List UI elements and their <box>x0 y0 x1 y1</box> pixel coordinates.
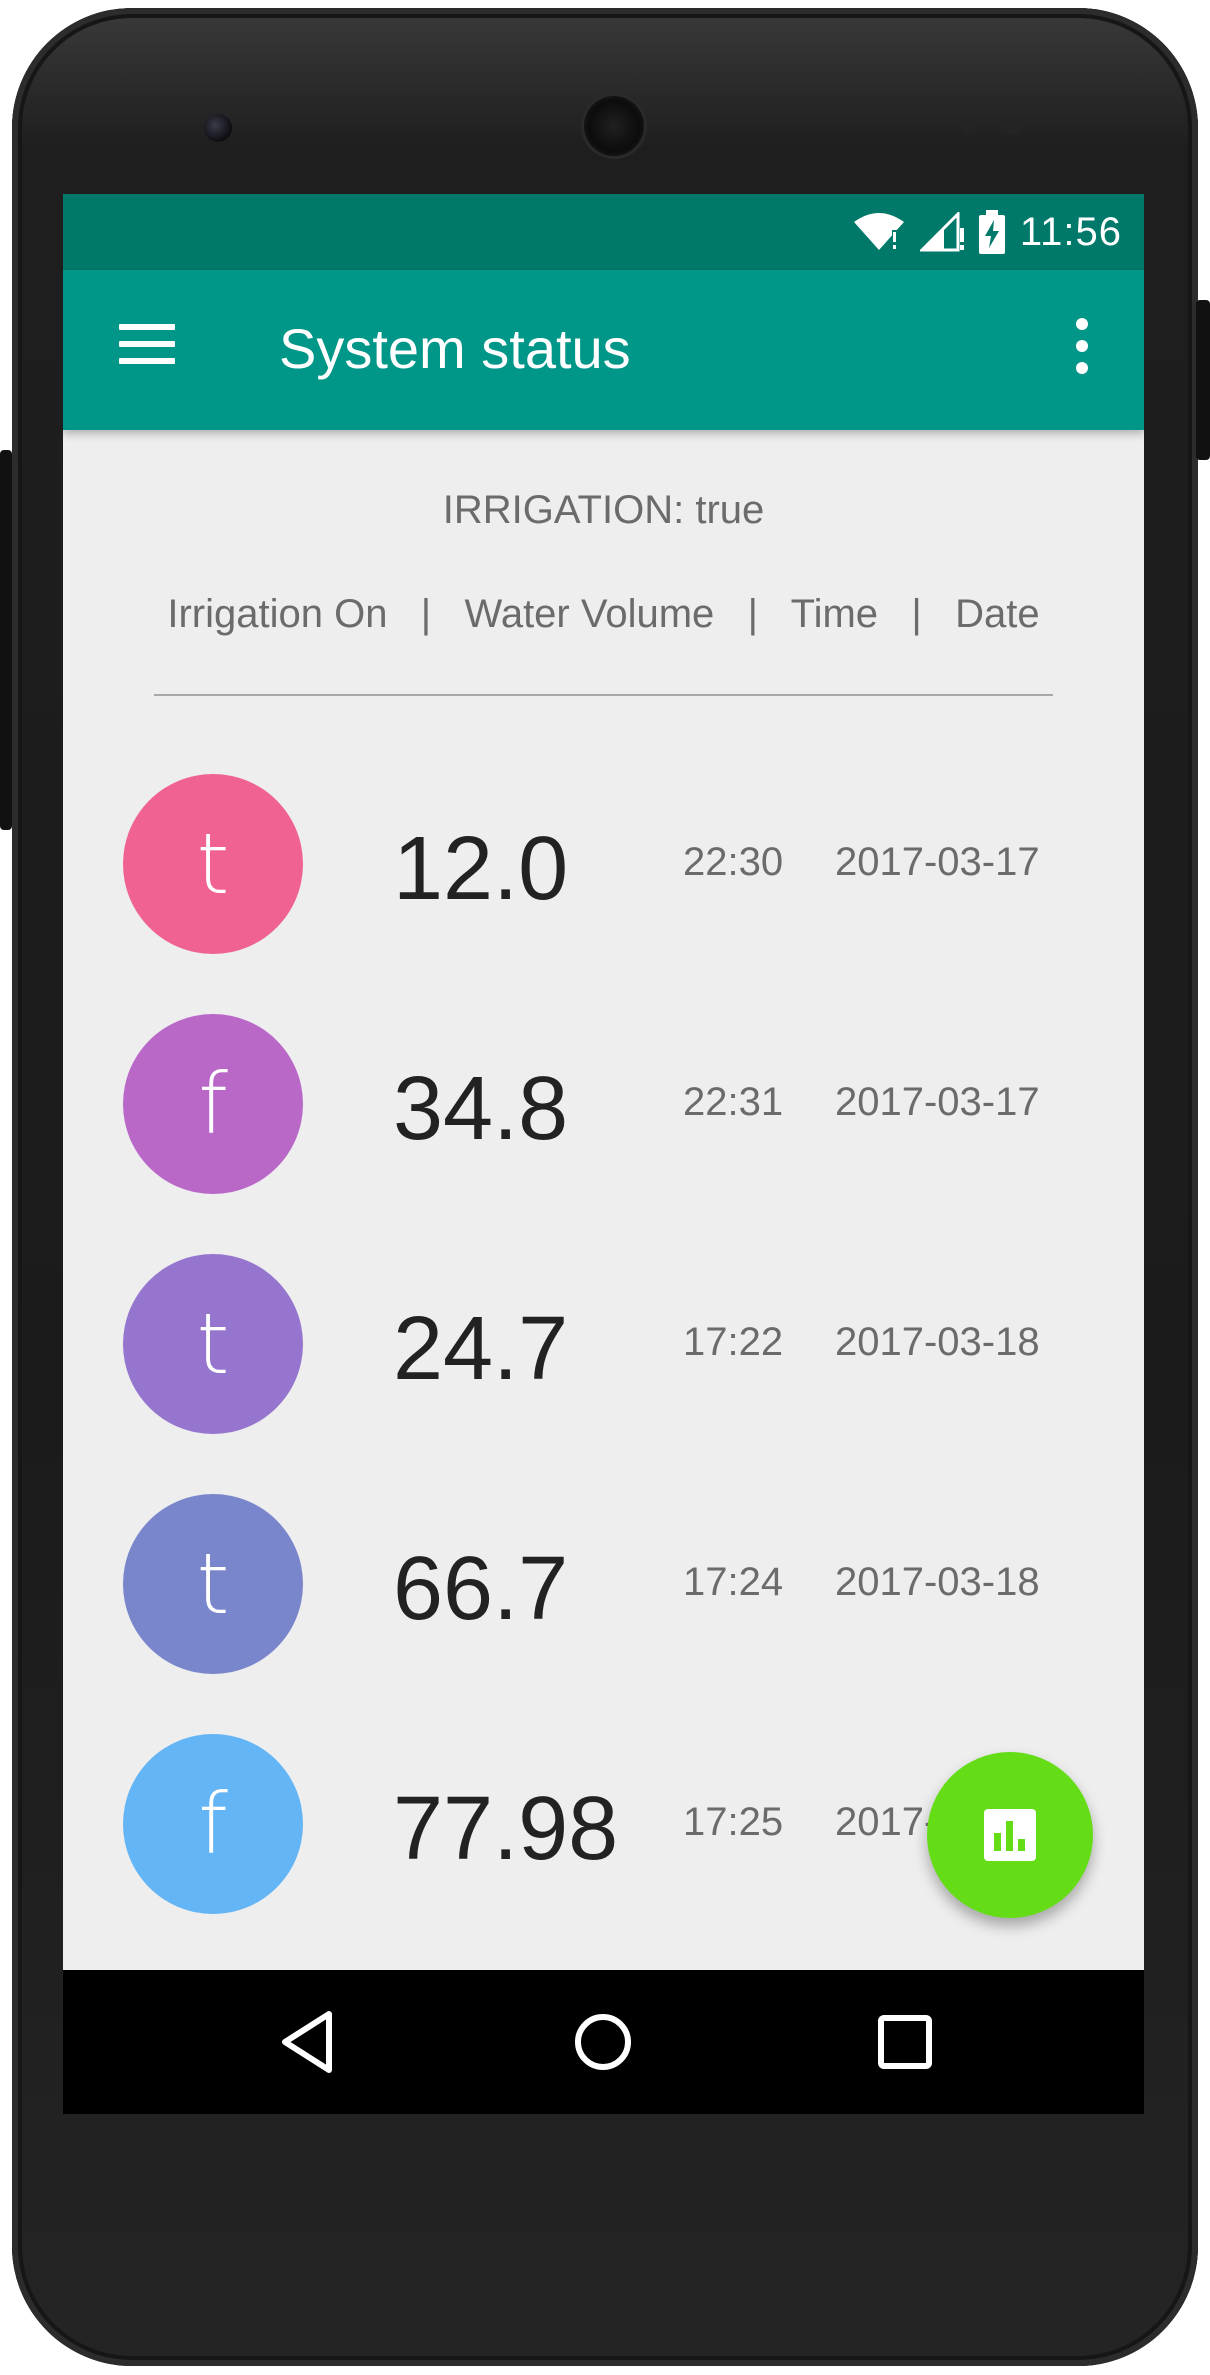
front-camera <box>204 114 232 142</box>
app-bar: System status <box>63 270 1144 430</box>
navigation-bar <box>63 1970 1144 2114</box>
water-volume: 77.98 <box>393 1779 619 1879</box>
header-divider <box>154 694 1053 696</box>
status-clock: 11:56 <box>1019 209 1122 254</box>
battery-charging-icon <box>978 210 1005 254</box>
irrigation-avatar: t <box>123 774 303 954</box>
irrigation-avatar: t <box>123 1254 303 1434</box>
header-date: Date <box>955 592 1040 636</box>
row-time: 22:31 <box>683 1080 784 1124</box>
back-icon[interactable] <box>273 2006 345 2078</box>
irrigation-avatar: t <box>123 1494 303 1674</box>
more-vert-icon[interactable] <box>1070 316 1094 376</box>
earpiece-speaker <box>584 96 644 156</box>
home-icon[interactable] <box>567 2006 639 2078</box>
power-button <box>1196 300 1210 460</box>
row-time: 17:22 <box>683 1320 784 1364</box>
light-sensor <box>1004 116 1022 134</box>
row-time: 17:25 <box>683 1800 784 1844</box>
irrigation-avatar: f <box>123 1734 303 1914</box>
row-time: 17:24 <box>683 1560 784 1604</box>
row-date: 2017-03-17 <box>835 840 1040 884</box>
chart-fab-button[interactable] <box>927 1752 1093 1918</box>
row-date: 2017-03-17 <box>835 1080 1040 1124</box>
water-volume: 66.7 <box>393 1539 569 1639</box>
bar-chart-icon <box>984 1809 1036 1861</box>
left-side-button <box>0 450 12 830</box>
proximity-sensor <box>960 116 978 134</box>
header-irrigation-on: Irrigation On <box>167 592 388 636</box>
signal-icon <box>919 212 964 252</box>
row-time: 22:30 <box>683 840 784 884</box>
page-title: System status <box>279 317 631 380</box>
irrigation-avatar: f <box>123 1014 303 1194</box>
header-time: Time <box>790 592 879 636</box>
list-item[interactable]: f 34.8 22:31 2017-03-17 <box>63 1014 1144 1194</box>
table-header: Irrigation On | Water Volume | Time | Da… <box>167 592 1040 636</box>
status-bar: 11:56 <box>63 194 1144 270</box>
water-volume: 24.7 <box>393 1299 569 1399</box>
wifi-icon <box>853 213 904 250</box>
recents-icon[interactable] <box>869 2006 941 2078</box>
row-date: 2017-03-18 <box>835 1320 1040 1364</box>
list-item[interactable]: t 66.7 17:24 2017-03-18 <box>63 1494 1144 1674</box>
hamburger-menu-icon[interactable] <box>119 324 179 368</box>
header-water-volume: Water Volume <box>464 592 715 636</box>
water-volume: 34.8 <box>393 1059 569 1159</box>
screen: 11:56 System status IRRIGATION: true Irr… <box>63 194 1144 2114</box>
list-item[interactable]: t 12.0 22:30 2017-03-17 <box>63 774 1144 954</box>
irrigation-status: IRRIGATION: true <box>442 488 765 532</box>
list-item[interactable]: t 24.7 17:22 2017-03-18 <box>63 1254 1144 1434</box>
water-volume: 12.0 <box>393 819 569 919</box>
row-date: 2017-03-18 <box>835 1560 1040 1604</box>
